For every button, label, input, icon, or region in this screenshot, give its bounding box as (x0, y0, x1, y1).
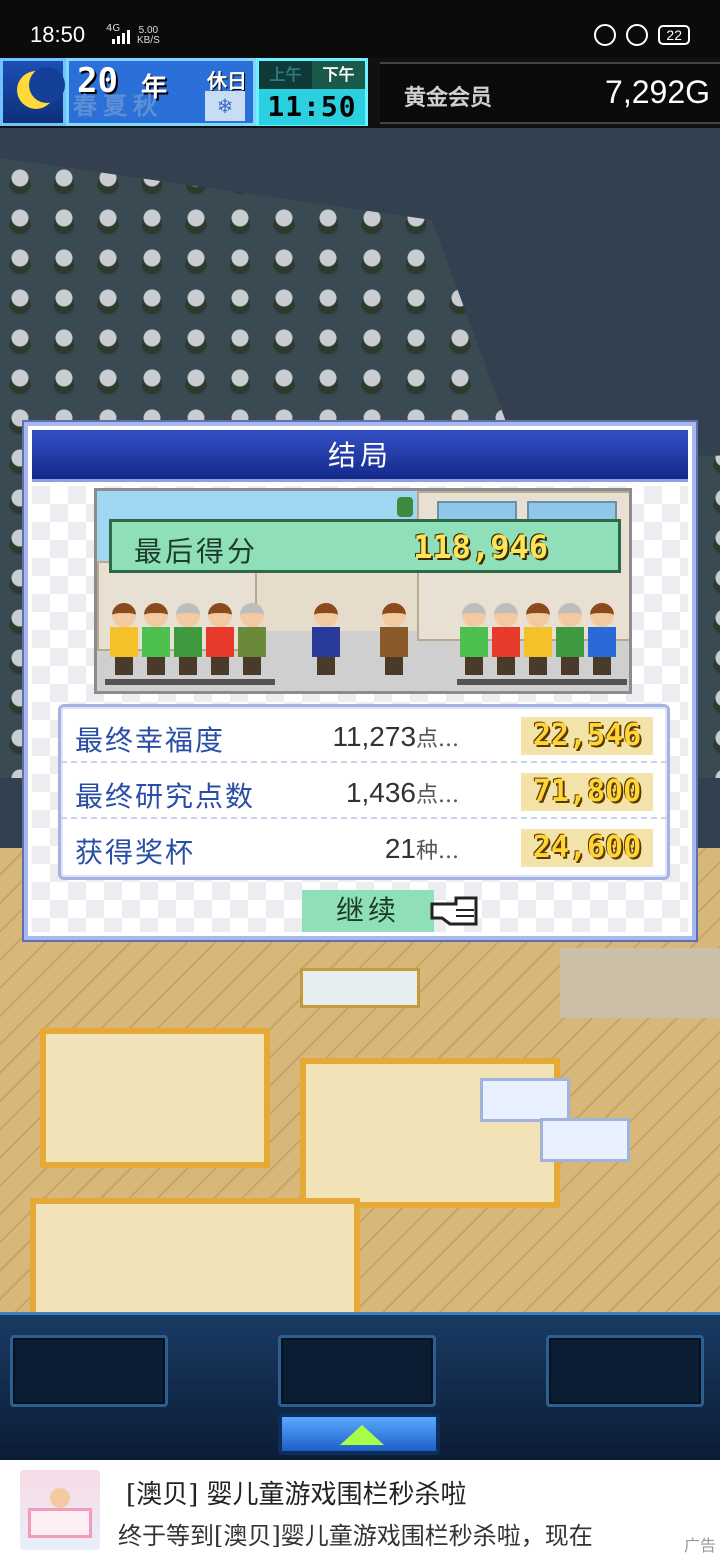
menu-slot-left[interactable] (10, 1335, 168, 1407)
bed (540, 1118, 630, 1162)
crowd-shadow (457, 679, 627, 685)
character (173, 603, 203, 677)
character (491, 603, 521, 677)
money-panel: 黄金会员 7,292G (380, 62, 720, 124)
room-wall (300, 968, 420, 1008)
alarm-icon (626, 24, 649, 46)
result-points: 71,800 (521, 773, 653, 811)
ad-label: 广告 (683, 1536, 716, 1555)
pm-label: 下午 (312, 61, 365, 89)
ad-thumbnail (20, 1470, 100, 1550)
dialog-body: 最后得分 118,946 最终幸福度 11,273点... 22,546 最终研… (32, 486, 688, 932)
day-type: 休日 (207, 69, 247, 93)
character (141, 603, 171, 677)
arrow-up-icon (340, 1425, 384, 1445)
bed (480, 1078, 570, 1122)
signal-icon (112, 30, 130, 44)
result-unit: 点... (416, 783, 459, 808)
lock-rotation-icon (594, 24, 617, 46)
ad-title: [澳贝] 婴儿童游戏围栏秒杀啦 (126, 1480, 467, 1510)
cheering-character (311, 603, 341, 677)
season-list: 春 夏 秋 (73, 86, 157, 121)
pointing-hand-icon (430, 896, 478, 926)
result-label: 获得奖杯 (75, 836, 196, 869)
continue-button[interactable]: 继续 (302, 890, 434, 932)
playpen-image (28, 1508, 92, 1538)
final-score-label: 最后得分 (134, 535, 259, 568)
ending-dialog: 结局 最后得分 118,946 最终幸福度 11,273点... 22,546 … (24, 422, 696, 940)
ad-description: 终于等到[澳贝]婴儿童游戏围栏秒杀啦，现在 (118, 1522, 593, 1550)
result-points: 22,546 (521, 717, 653, 755)
result-count-value: 11,273 (332, 721, 417, 752)
season-summer: 夏 (103, 92, 127, 120)
cheering-character (379, 603, 409, 677)
character (587, 603, 617, 677)
result-row-trophies: 获得奖杯 21种... 24,600 (61, 821, 667, 875)
character (523, 603, 553, 677)
garden-wall (560, 948, 720, 1018)
results-table: 最终幸福度 11,273点... 22,546 最终研究点数 1,436点...… (58, 704, 670, 880)
am-label: 上午 (269, 65, 302, 84)
result-count: 21种... (241, 833, 459, 865)
bottom-control-panel (0, 1312, 720, 1460)
room (40, 1028, 270, 1168)
ad-banner[interactable]: [澳贝] 婴儿童游戏围栏秒杀啦 终于等到[澳贝]婴儿童游戏围栏秒杀啦，现在 广告 (0, 1460, 720, 1560)
result-row-research: 最终研究点数 1,436点... 71,800 (61, 765, 667, 819)
game-hud: 20 年 春 夏 秋 休日 ❄ 上午 下午 11:50 黄金会员 7,292G (0, 58, 720, 128)
menu-slot-center[interactable] (278, 1335, 436, 1407)
result-label: 最终研究点数 (75, 780, 256, 813)
game-clock: 11:50 (259, 89, 365, 125)
money-amount: 7,292G (605, 74, 710, 110)
ending-scene: 最后得分 118,946 (94, 488, 632, 694)
result-unit: 种... (416, 839, 459, 864)
date-panel: 20 年 春 夏 秋 休日 ❄ (66, 58, 256, 126)
snow-weather-icon: ❄ (205, 91, 245, 121)
status-time: 18:50 (30, 22, 86, 47)
season-spring: 春 (73, 92, 97, 120)
expand-menu-button[interactable] (278, 1413, 440, 1455)
member-status: 黄金会员 (404, 86, 493, 111)
character (109, 603, 139, 677)
result-count: 11,273点... (241, 721, 459, 753)
dialog-title: 结局 (327, 439, 392, 472)
result-count-value: 1,436 (345, 777, 417, 808)
crowd-shadow (105, 679, 275, 685)
result-count: 1,436点... (241, 777, 459, 809)
continue-label: 继续 (335, 894, 400, 927)
dialog-title-bar: 结局 (32, 430, 688, 482)
character (555, 603, 585, 677)
am-pm-indicator: 上午 下午 (259, 61, 365, 89)
speed-unit: KB/S (137, 35, 160, 46)
season-autumn: 秋 (133, 92, 157, 120)
night-indicator[interactable] (0, 58, 66, 126)
baby-image (50, 1488, 70, 1508)
character (459, 603, 489, 677)
character (205, 603, 235, 677)
final-score-banner: 最后得分 118,946 (109, 519, 621, 573)
result-row-happiness: 最终幸福度 11,273点... 22,546 (61, 709, 667, 763)
status-icons: 22 (594, 24, 690, 46)
result-unit: 点... (416, 727, 459, 752)
battery-indicator: 22 (658, 25, 690, 45)
character (237, 603, 267, 677)
tree (397, 497, 413, 517)
result-label: 最终幸福度 (75, 724, 226, 757)
result-points: 24,600 (521, 829, 653, 867)
result-count-value: 21 (384, 833, 417, 864)
clock-panel: 上午 下午 11:50 (256, 58, 368, 126)
status-bar: 18:50 4G 5.00 KB/S 22 (0, 0, 720, 58)
network-speed: 5.00 KB/S (137, 26, 160, 46)
menu-slot-right[interactable] (546, 1335, 704, 1407)
moon-icon (17, 67, 65, 109)
final-score-value: 118,946 (413, 528, 548, 566)
room (30, 1198, 360, 1312)
